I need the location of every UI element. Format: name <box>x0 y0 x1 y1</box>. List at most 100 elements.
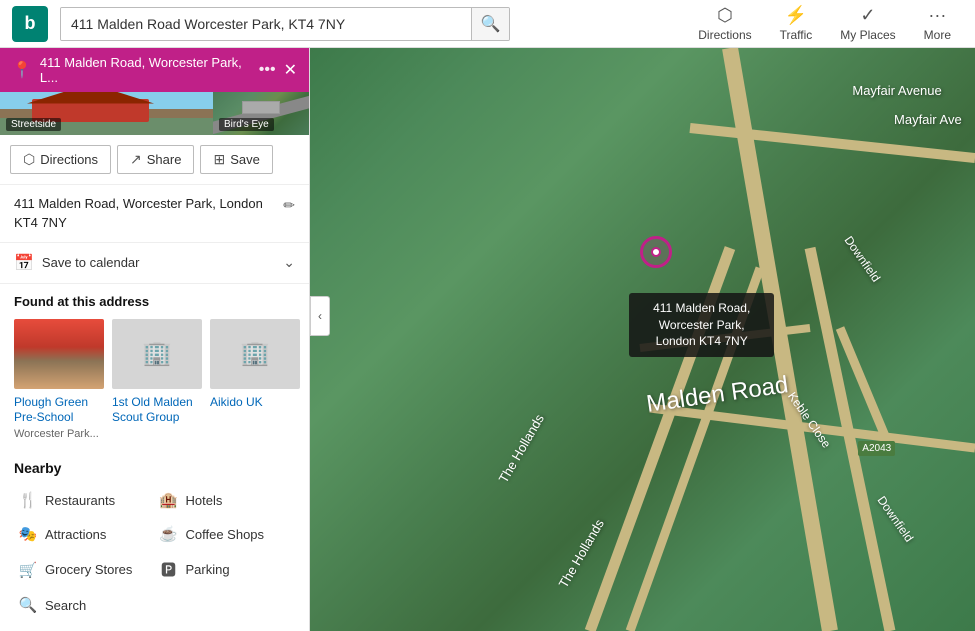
nearby-section: Nearby 🍴 Restaurants 🏨 Hotels 🎭 Attracti… <box>0 450 309 631</box>
found-item-preschool[interactable]: Plough Green Pre-School Worcester Park..… <box>14 319 104 440</box>
building-icon: 🏢 <box>112 319 202 389</box>
nearby-parking[interactable]: 🅿 Parking <box>155 552 296 587</box>
nearby-grid: 🍴 Restaurants 🏨 Hotels 🎭 Attractions ☕ C… <box>14 484 295 621</box>
nav-more[interactable]: ··· More <box>912 1 963 46</box>
calendar-icon: 📅 <box>14 253 34 273</box>
save-btn-label: Save <box>230 152 260 167</box>
grocery-icon: 🛒 <box>18 561 38 579</box>
map-background: Malden Road Mayfair Avenue Mayfair Ave T… <box>310 48 975 631</box>
birdeye-label: Bird's Eye <box>219 118 274 131</box>
pin-icon: 📍 <box>12 60 32 80</box>
directions-btn-label: Directions <box>40 152 98 167</box>
map-pin <box>640 236 672 268</box>
streetside-photo[interactable]: Streetside <box>0 92 213 135</box>
birdeye-photo[interactable]: Bird's Eye <box>213 92 309 135</box>
nearby-grocery-label: Grocery Stores <box>45 562 132 577</box>
nearby-hotels-label: Hotels <box>186 493 223 508</box>
building-icon-aikido: 🏢 <box>210 319 300 389</box>
calendar-row[interactable]: 📅 Save to calendar ⌄ <box>0 243 309 284</box>
parking-icon: 🅿 <box>159 559 179 580</box>
the-hollands1-label: The Hollands <box>496 412 547 486</box>
nearby-search-label: Search <box>45 598 86 613</box>
nearby-attractions[interactable]: 🎭 Attractions <box>14 518 155 550</box>
top-bar: b 🔍 ⬡ Directions ⚡ Traffic ✓ My Places ·… <box>0 0 975 48</box>
nearby-restaurants[interactable]: 🍴 Restaurants <box>14 484 155 516</box>
nav-more-label: More <box>924 28 951 42</box>
downfield1-label: Downfield <box>841 233 883 284</box>
photos-row: Streetside Bird's Eye <box>0 92 309 135</box>
directions-icon: ⬡ <box>717 5 733 26</box>
nav-my-places-label: My Places <box>840 28 895 42</box>
full-address: 411 Malden Road, Worcester Park, London … <box>14 195 275 231</box>
search-nearby-icon: 🔍 <box>18 596 38 614</box>
top-nav: ⬡ Directions ⚡ Traffic ✓ My Places ··· M… <box>686 1 963 46</box>
search-bar: 🔍 <box>60 7 510 41</box>
nearby-hotels[interactable]: 🏨 Hotels <box>155 484 296 516</box>
sidebar-header: 📍 411 Malden Road, Worcester Park, L... … <box>0 48 309 92</box>
downfield2-label: Downfield <box>875 493 917 544</box>
nearby-grocery-stores[interactable]: 🛒 Grocery Stores <box>14 552 155 587</box>
nav-my-places[interactable]: ✓ My Places <box>828 1 907 46</box>
malden-road-label: Malden Road <box>645 372 790 420</box>
traffic-icon: ⚡ <box>785 5 807 26</box>
found-item-img-scouts: 🏢 <box>112 319 202 389</box>
more-icon: ··· <box>928 5 946 26</box>
directions-btn-icon: ⬡ <box>23 151 35 168</box>
found-items: Plough Green Pre-School Worcester Park..… <box>14 319 295 440</box>
nav-traffic[interactable]: ⚡ Traffic <box>768 1 825 46</box>
nearby-coffee-shops-label: Coffee Shops <box>186 527 265 542</box>
sidebar-close-button[interactable]: ✕ <box>284 60 297 80</box>
main-area: 📍 411 Malden Road, Worcester Park, L... … <box>0 48 975 631</box>
share-icon: ↗ <box>130 151 142 168</box>
bing-logo: b <box>12 6 48 42</box>
collapse-arrow[interactable]: ‹ <box>310 296 330 336</box>
nearby-search[interactable]: 🔍 Search <box>14 589 155 621</box>
share-button[interactable]: ↗ Share <box>117 145 194 174</box>
calendar-label: Save to calendar <box>42 255 283 270</box>
map-callout: 411 Malden Road, Worcester Park, London … <box>629 293 774 357</box>
streetside-label: Streetside <box>6 118 61 131</box>
nearby-restaurants-label: Restaurants <box>45 493 115 508</box>
mayfair-avenue-label: Mayfair Avenue <box>852 83 941 98</box>
found-section: Found at this address Plough Green Pre-S… <box>0 284 309 450</box>
found-item-img-preschool <box>14 319 104 389</box>
calendar-chevron-icon: ⌄ <box>283 254 295 271</box>
keble-close-label: Keble Close <box>785 389 834 450</box>
search-input[interactable] <box>61 8 471 40</box>
nearby-title: Nearby <box>14 460 295 476</box>
nav-traffic-label: Traffic <box>780 28 813 42</box>
found-item-sub-preschool: Worcester Park... <box>14 428 104 440</box>
sidebar-address-title: 411 Malden Road, Worcester Park, L... <box>40 55 251 85</box>
directions-button[interactable]: ⬡ Directions <box>10 145 111 174</box>
pin-dot <box>651 247 661 257</box>
found-item-img-aikido: 🏢 <box>210 319 300 389</box>
the-hollands2-label: The Hollands <box>555 517 606 591</box>
pin-circle <box>640 236 672 268</box>
nearby-coffee-shops[interactable]: ☕ Coffee Shops <box>155 518 296 550</box>
coffee-shops-icon: ☕ <box>159 525 179 543</box>
save-button[interactable]: ⊞ Save <box>200 145 272 174</box>
share-btn-label: Share <box>147 152 182 167</box>
found-item-scouts[interactable]: 🏢 1st Old Malden Scout Group <box>112 319 202 440</box>
action-buttons: ⬡ Directions ↗ Share ⊞ Save <box>0 135 309 185</box>
found-item-name-scouts: 1st Old Malden Scout Group <box>112 395 202 426</box>
address-section: 411 Malden Road, Worcester Park, London … <box>0 185 309 242</box>
save-icon: ⊞ <box>213 151 225 168</box>
my-places-icon: ✓ <box>860 5 875 26</box>
sidebar-more-button[interactable]: ••• <box>259 61 276 79</box>
edit-icon[interactable]: ✏ <box>283 197 295 214</box>
nearby-attractions-label: Attractions <box>45 527 106 542</box>
found-item-name-aikido: Aikido UK <box>210 395 300 411</box>
nav-directions-label: Directions <box>698 28 751 42</box>
sidebar: 📍 411 Malden Road, Worcester Park, L... … <box>0 48 310 631</box>
found-item-aikido[interactable]: 🏢 Aikido UK <box>210 319 300 440</box>
found-title: Found at this address <box>14 294 295 309</box>
search-button[interactable]: 🔍 <box>471 7 509 41</box>
hotels-icon: 🏨 <box>159 491 179 509</box>
nearby-parking-label: Parking <box>186 562 230 577</box>
map-area[interactable]: Malden Road Mayfair Avenue Mayfair Ave T… <box>310 48 975 631</box>
attractions-icon: 🎭 <box>18 525 38 543</box>
found-item-name-preschool: Plough Green Pre-School <box>14 395 104 426</box>
restaurants-icon: 🍴 <box>18 491 38 509</box>
nav-directions[interactable]: ⬡ Directions <box>686 1 763 46</box>
